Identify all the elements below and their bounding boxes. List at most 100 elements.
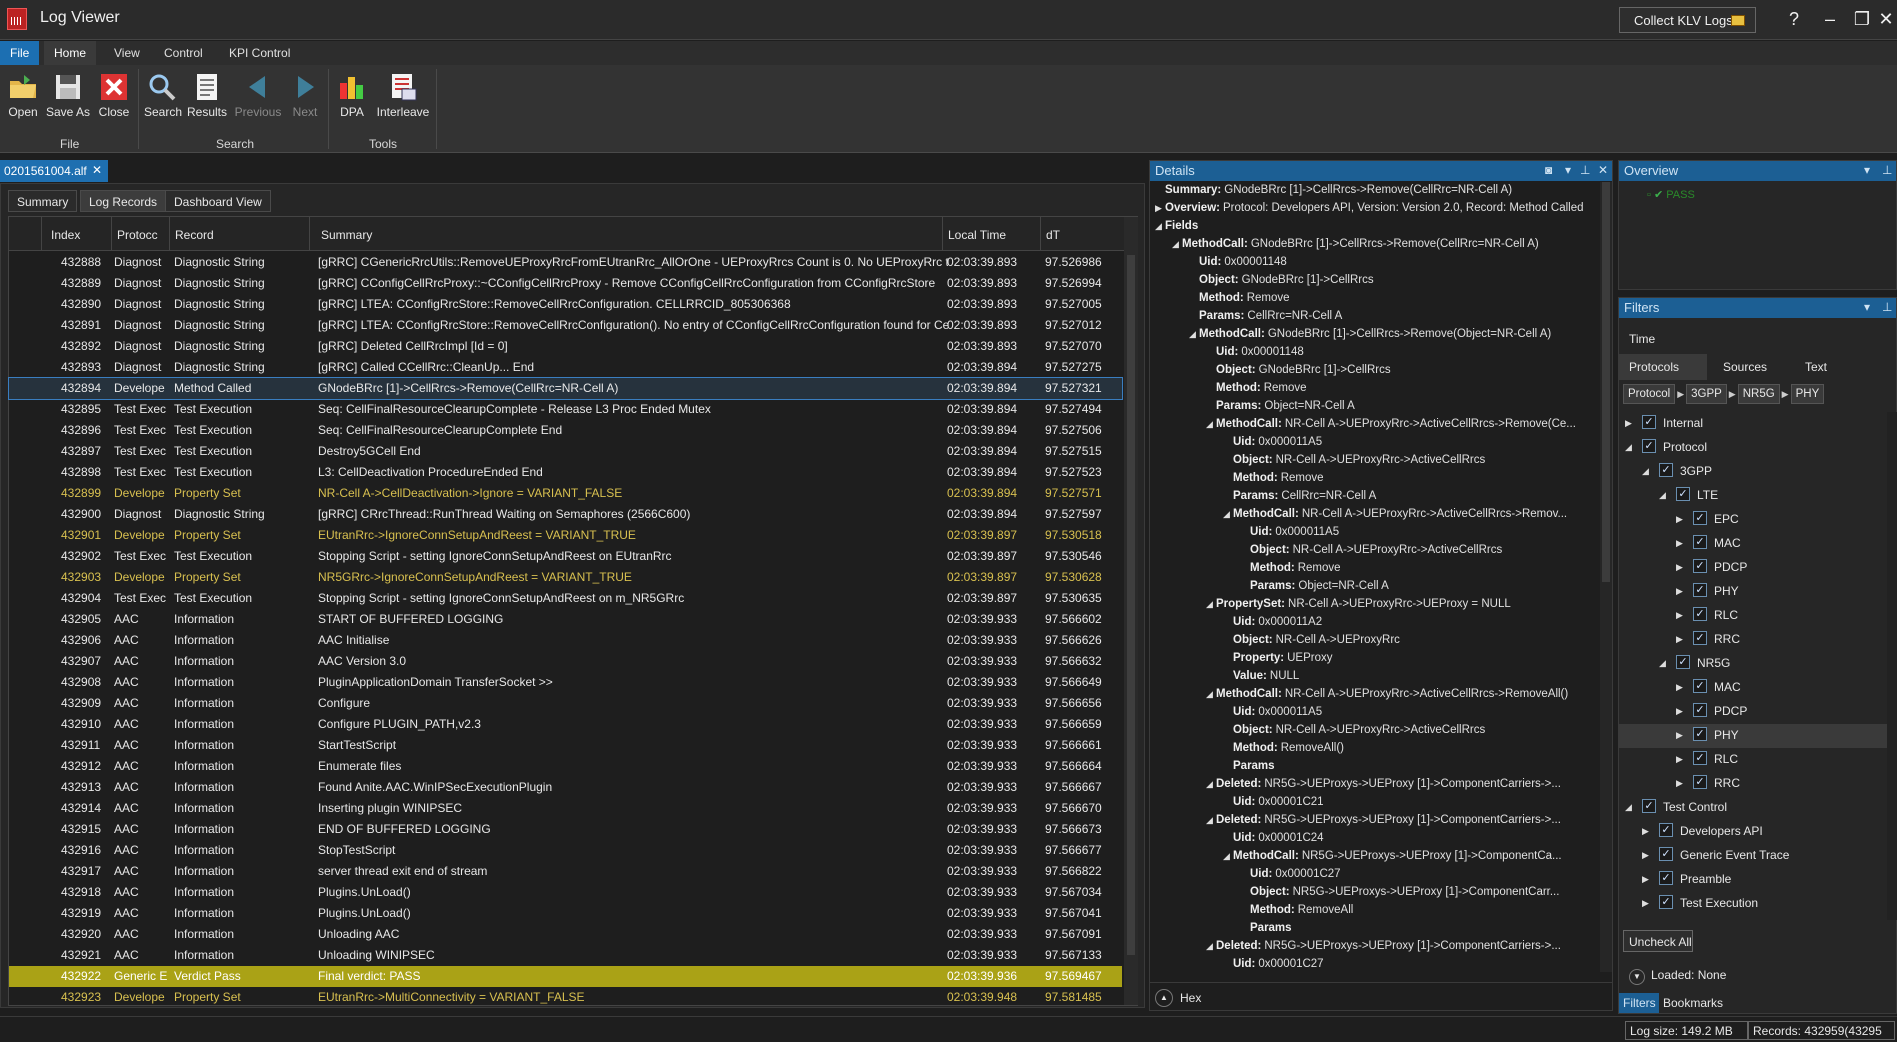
table-row[interactable]: 432911 AAC Information StartTestScript 02:03… <box>9 735 1122 756</box>
expand-icon[interactable]: ▶ <box>1676 706 1683 717</box>
tab-dashboard-view[interactable]: Dashboard View <box>165 190 271 212</box>
collapse-icon[interactable]: ◢ <box>1155 221 1165 232</box>
checkbox-checked-icon[interactable]: ✓ <box>1659 895 1673 909</box>
collapse-icon[interactable]: ◢ <box>1625 802 1632 813</box>
table-row[interactable]: 432916 AAC Information StopTestScript 02:03:… <box>9 840 1122 861</box>
filter-tree-item[interactable]: ▶ ✓ PHY <box>1619 724 1889 748</box>
checkbox-checked-icon[interactable]: ✓ <box>1693 559 1707 573</box>
details-tree-node[interactable]: Params: CellRrc=NR-Cell A <box>1150 308 1596 326</box>
table-row[interactable]: 432923 Develope Property Set EUtranRrc->Mul… <box>9 987 1122 1008</box>
filter-tree-item[interactable]: ◢ ✓ Test Control <box>1619 796 1889 820</box>
loaded-filter-row[interactable]: ▼ Loaded: None <box>1629 968 1726 985</box>
table-row[interactable]: 432893 Diagnost Diagnostic String [gRRC] Ca… <box>9 357 1122 378</box>
breadcrumb-item[interactable]: NR5G <box>1737 384 1780 404</box>
table-row[interactable]: 432921 AAC Information Unloading WINIPSEC 02… <box>9 945 1122 966</box>
dropdown-icon[interactable]: ▾ <box>1565 163 1571 177</box>
details-tree-node[interactable]: Uid: 0x00001148 <box>1150 254 1596 272</box>
filter-tree-item[interactable]: ◢ ✓ LTE <box>1619 484 1889 508</box>
expand-icon[interactable]: ▶ <box>1642 898 1649 909</box>
table-row[interactable]: 432914 AAC Information Inserting plugin WIN… <box>9 798 1122 819</box>
details-tree-node[interactable]: ◢ MethodCall: NR-Cell A->UEProxyRrc->Activ… <box>1150 686 1596 704</box>
collapse-icon[interactable]: ◢ <box>1189 329 1199 340</box>
dpa-button[interactable]: DPA <box>329 71 375 127</box>
collect-klv-logs-button[interactable]: Collect KLV Logs <box>1619 7 1756 33</box>
table-row[interactable]: 432888 Diagnost Diagnostic String [gRRC] CG… <box>9 252 1122 273</box>
help-icon[interactable]: ? <box>1782 6 1806 32</box>
expand-icon[interactable]: ▶ <box>1642 874 1649 885</box>
expand-icon[interactable]: ▶ <box>1155 203 1165 214</box>
expand-icon[interactable]: ▶ <box>1642 826 1649 837</box>
expand-icon[interactable]: ▶ <box>1676 730 1683 741</box>
filter-tree-item[interactable]: ▶ ✓ RRC <box>1619 772 1889 796</box>
collapse-icon[interactable]: ◢ <box>1625 442 1632 453</box>
table-row[interactable]: 432909 AAC Information Configure 02:03:39.93… <box>9 693 1122 714</box>
table-row[interactable]: 432910 AAC Information Configure PLUGIN_PAT… <box>9 714 1122 735</box>
breadcrumb-item[interactable]: Protocol <box>1623 384 1676 404</box>
details-tree-node[interactable]: Params <box>1150 758 1596 776</box>
checkbox-checked-icon[interactable]: ✓ <box>1642 415 1656 429</box>
filter-tree-item[interactable]: ▶ ✓ Preamble <box>1619 868 1889 892</box>
collapse-icon[interactable]: ◢ <box>1223 851 1233 862</box>
details-tree-node[interactable]: ◢ Deleted: NR5G->UEProxys->UEProxy [1]->Co… <box>1150 812 1596 830</box>
details-tree-node[interactable]: Uid: 0x00001C21 <box>1150 794 1596 812</box>
table-row[interactable]: 432902 Test Exec Test Execution Stopping Sc… <box>9 546 1122 567</box>
camera-icon[interactable]: ◙ <box>1545 163 1552 177</box>
collapse-icon[interactable]: ◢ <box>1206 815 1216 826</box>
details-tree-node[interactable]: Object: GNodeBRrc [1]->CellRrcs <box>1150 272 1596 290</box>
table-row[interactable]: 432918 AAC Information Plugins.UnLoad() 02:0… <box>9 882 1122 903</box>
column-local-time[interactable]: Local Time <box>942 217 1040 251</box>
expand-icon[interactable]: ▶ <box>1676 538 1683 549</box>
menu-kpi-control[interactable]: KPI Control <box>219 41 300 65</box>
checkbox-checked-icon[interactable]: ✓ <box>1693 583 1707 597</box>
filter-tree-item[interactable]: ▶ ✓ PDCP <box>1619 700 1889 724</box>
expand-icon[interactable]: ▼ <box>1629 969 1645 985</box>
tab-filters[interactable]: Filters <box>1619 993 1659 1013</box>
checkbox-checked-icon[interactable]: ✓ <box>1693 631 1707 645</box>
breadcrumb-item[interactable]: PHY <box>1790 384 1825 404</box>
table-row[interactable]: 432915 AAC Information END OF BUFFERED LOGG… <box>9 819 1122 840</box>
filter-tree-item[interactable]: ◢ ✓ NR5G <box>1619 652 1889 676</box>
table-row[interactable]: 432901 Develope Property Set EUtranRrc->Ign… <box>9 525 1122 546</box>
table-row[interactable]: 432908 AAC Information PluginApplicationDom… <box>9 672 1122 693</box>
details-tree-node[interactable]: Params: Object=NR-Cell A <box>1150 398 1596 416</box>
checkbox-checked-icon[interactable]: ✓ <box>1693 703 1707 717</box>
filter-tree-item[interactable]: ▶ ✓ Internal <box>1619 412 1889 436</box>
table-row[interactable]: 432895 Test Exec Test Execution Seq: CellFi… <box>9 399 1122 420</box>
collapse-icon[interactable]: ◢ <box>1223 509 1233 520</box>
table-row[interactable]: 432919 AAC Information Plugins.UnLoad() 02:0… <box>9 903 1122 924</box>
filter-tree-item[interactable]: ▶ ✓ RRC <box>1619 628 1889 652</box>
column-summary[interactable]: Summary <box>309 217 942 251</box>
filter-tree-item[interactable]: ▶ ✓ Test Execution <box>1619 892 1889 916</box>
table-row[interactable]: 432922 Generic E Verdict Pass Final verdict… <box>9 966 1122 987</box>
details-tree-node[interactable]: Uid: 0x00001C27 <box>1150 866 1596 884</box>
menu-control[interactable]: Control <box>154 41 213 65</box>
details-tree-node[interactable]: Method: Remove <box>1150 290 1596 308</box>
checkbox-checked-icon[interactable]: ✓ <box>1659 463 1673 477</box>
details-tree-node[interactable]: ◢ MethodCall: GNodeBRrc [1]->CellRrcs->Rem… <box>1150 326 1596 344</box>
filter-tree-item[interactable]: ◢ ✓ 3GPP <box>1619 460 1889 484</box>
close-pane-icon[interactable]: ✕ <box>1598 163 1608 177</box>
uncheck-all-button[interactable]: Uncheck All <box>1623 930 1693 952</box>
tab-summary[interactable]: Summary <box>8 190 78 212</box>
details-tree-node[interactable]: Uid: 0x000011A5 <box>1150 434 1596 452</box>
details-tree-node[interactable]: ◢ MethodCall: NR5G->UEProxys->UEProxy [1]-… <box>1150 848 1596 866</box>
table-row[interactable]: 432903 Develope Property Set NR5GRrc->Ignor… <box>9 567 1122 588</box>
table-row[interactable]: 432920 AAC Information Unloading AAC 02:03:3… <box>9 924 1122 945</box>
details-tree-node[interactable]: Object: NR-Cell A->UEProxyRrc->ActiveCell… <box>1150 722 1596 740</box>
collapse-icon[interactable]: ◢ <box>1642 466 1649 477</box>
collapse-icon[interactable]: ◢ <box>1659 490 1666 501</box>
collapse-icon[interactable]: ◢ <box>1206 419 1216 430</box>
filter-tree-item[interactable]: ▶ ✓ RLC <box>1619 604 1889 628</box>
table-row[interactable]: 432896 Test Exec Test Execution Seq: CellFi… <box>9 420 1122 441</box>
details-tree-node[interactable]: ◢ MethodCall: NR-Cell A->UEProxyRrc->Activ… <box>1150 416 1596 434</box>
expand-hex-icon[interactable]: ▲ <box>1155 989 1173 1007</box>
details-tree-node[interactable]: Object: GNodeBRrc [1]->CellRrcs <box>1150 362 1596 380</box>
table-row[interactable]: 432899 Develope Property Set NR-Cell A->Cel… <box>9 483 1122 504</box>
checkbox-checked-icon[interactable]: ✓ <box>1693 679 1707 693</box>
filter-tree-item[interactable]: ▶ ✓ RLC <box>1619 748 1889 772</box>
expand-icon[interactable]: ▶ <box>1676 562 1683 573</box>
table-row[interactable]: 432905 AAC Information START OF BUFFERED LO… <box>9 609 1122 630</box>
table-row[interactable]: 432900 Diagnost Diagnostic String [gRRC] CR… <box>9 504 1122 525</box>
details-tree-node[interactable]: Property: UEProxy <box>1150 650 1596 668</box>
filter-tree-item[interactable]: ▶ ✓ PHY <box>1619 580 1889 604</box>
